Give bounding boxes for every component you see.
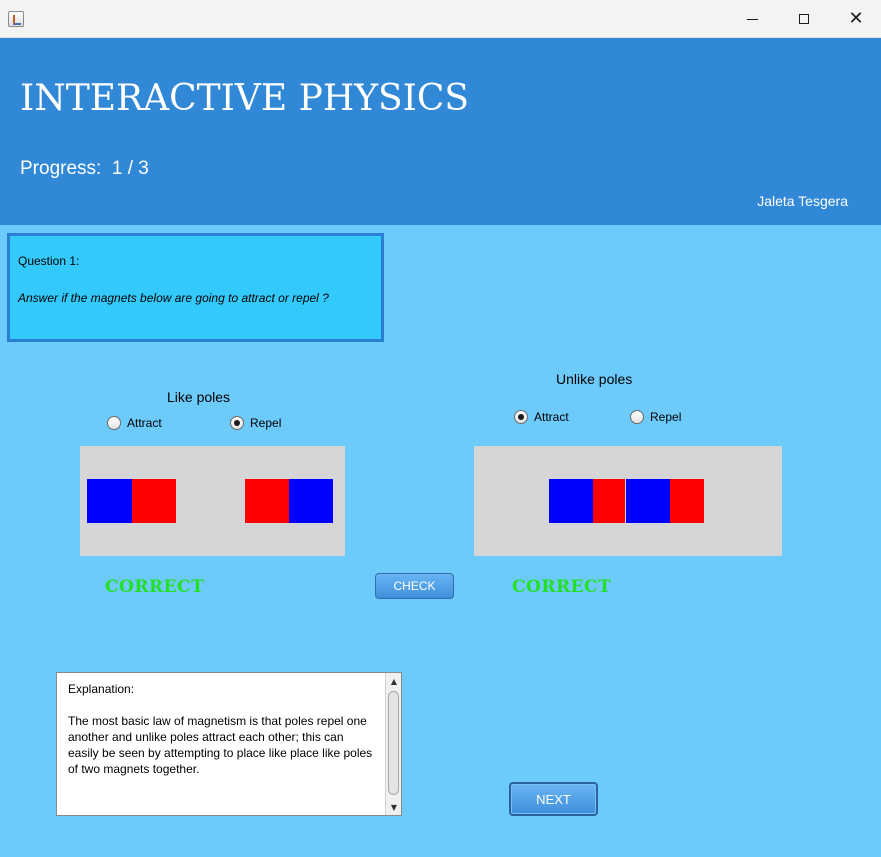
radio-label: Attract <box>127 416 162 430</box>
magnet-north-pole <box>549 479 593 523</box>
maximize-icon <box>799 14 809 24</box>
close-button[interactable]: ✕ <box>833 0 879 38</box>
app-title: INTERACTIVE PHYSICS <box>20 78 470 119</box>
magnet-south-pole <box>245 479 289 523</box>
radio-label: Attract <box>534 410 569 424</box>
window-titlebar: ✕ <box>0 0 881 38</box>
unlike-repel-radio[interactable]: Repel <box>630 410 681 424</box>
app-header: INTERACTIVE PHYSICS Progress: 1 / 3 Jale… <box>0 38 881 225</box>
minimize-button[interactable] <box>729 0 775 38</box>
magnet-north-pole <box>87 479 132 523</box>
radio-unchecked-icon <box>107 416 121 430</box>
unlike-attract-radio[interactable]: Attract <box>514 410 569 424</box>
magnet-south-pole <box>670 479 704 523</box>
explanation-scrollbar[interactable]: ▲ ▼ <box>385 673 401 815</box>
radio-checked-icon <box>230 416 244 430</box>
scroll-up-icon[interactable]: ▲ <box>387 674 401 688</box>
radio-unchecked-icon <box>630 410 644 424</box>
unlike-poles-result: CORRECT <box>512 577 612 597</box>
progress-indicator: Progress: 1 / 3 <box>20 158 149 179</box>
question-box: Question 1: Answer if the magnets below … <box>7 233 384 342</box>
scrollbar-thumb[interactable] <box>388 691 399 795</box>
like-repel-radio[interactable]: Repel <box>230 416 281 430</box>
question-title: Question 1: <box>18 254 80 268</box>
magnet-south-pole <box>593 479 625 523</box>
like-poles-result: CORRECT <box>105 577 205 597</box>
close-icon: ✕ <box>848 8 864 29</box>
explanation-text: Explanation: The most basic law of magne… <box>68 682 373 776</box>
radio-label: Repel <box>250 416 282 430</box>
magnet-north-pole <box>289 479 333 523</box>
unlike-poles-diagram <box>474 446 782 556</box>
minimize-icon <box>746 18 758 20</box>
check-button[interactable]: CHECK <box>375 573 454 599</box>
scroll-down-icon[interactable]: ▼ <box>387 800 401 814</box>
java-cup-icon <box>8 11 24 27</box>
radio-checked-icon <box>514 410 528 424</box>
radio-label: Repel <box>650 410 682 424</box>
like-poles-label: Like poles <box>167 389 231 405</box>
question-text: Answer if the magnets below are going to… <box>18 291 329 305</box>
like-poles-diagram <box>80 446 345 556</box>
magnet-south-pole <box>132 479 176 523</box>
explanation-textarea[interactable]: Explanation: The most basic law of magne… <box>56 672 402 816</box>
author-name: Jaleta Tesgera <box>757 193 848 209</box>
magnet-north-pole <box>626 479 670 523</box>
maximize-button[interactable] <box>781 0 827 38</box>
unlike-poles-label: Unlike poles <box>556 371 633 387</box>
like-attract-radio[interactable]: Attract <box>107 416 162 430</box>
next-button[interactable]: NEXT <box>509 782 598 816</box>
main-panel: Question 1: Answer if the magnets below … <box>0 225 881 857</box>
